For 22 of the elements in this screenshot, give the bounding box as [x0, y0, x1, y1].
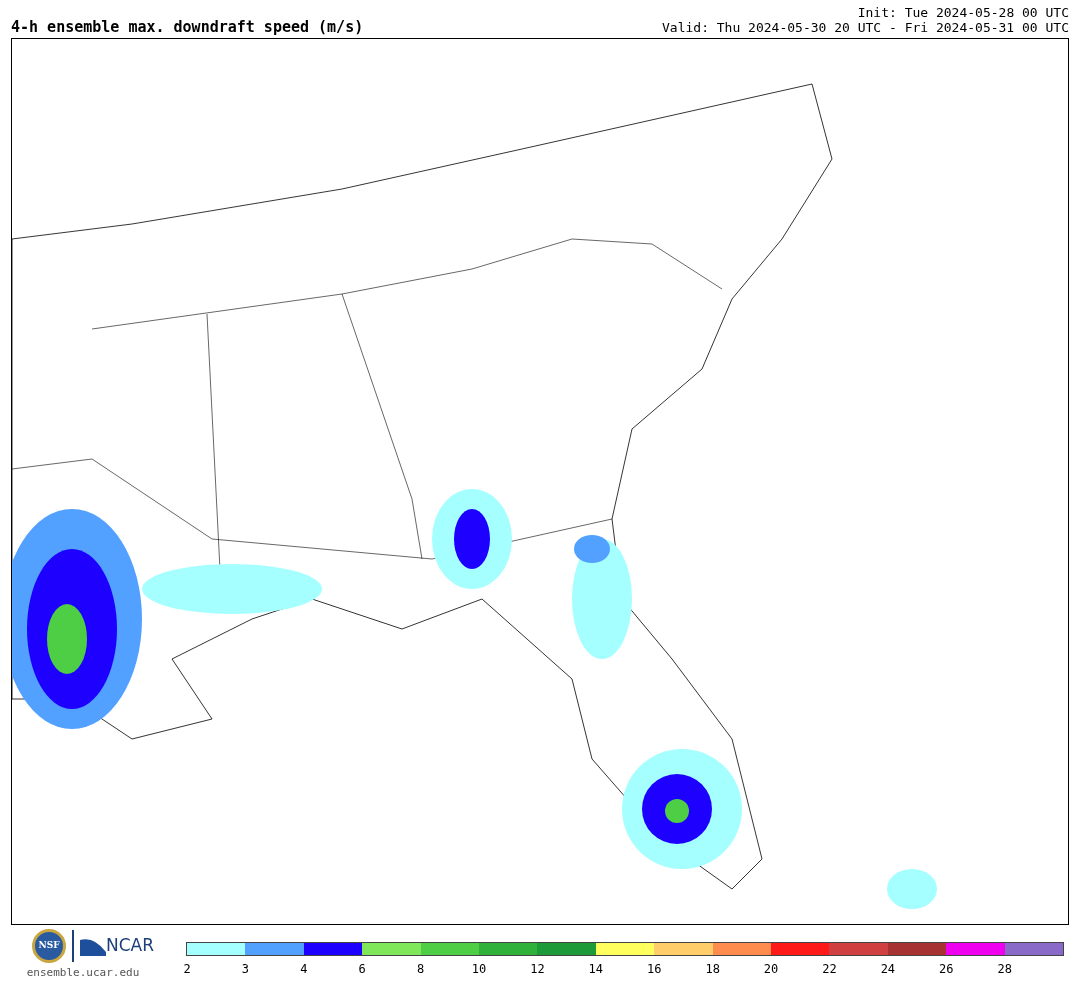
valid-time: Valid: Thu 2024-05-30 20 UTC - Fri 2024-05-31 00 UTC: [662, 20, 1069, 35]
tick-label: 10: [471, 963, 487, 975]
tick-label: 3: [241, 963, 249, 975]
wave-logo-icon: [80, 936, 106, 956]
tick-label: 26: [939, 963, 954, 975]
nsf-logo: NSF: [32, 929, 66, 963]
tick-label: 18: [705, 963, 720, 975]
tick-label: 28: [997, 963, 1012, 975]
site-url: ensemble.ucar.edu: [26, 965, 140, 981]
tick-label: 20: [763, 963, 779, 975]
tick-label: 6: [358, 963, 366, 975]
chart-title: 4-h ensemble max. downdraft speed (m/s): [11, 20, 364, 35]
tick-label: 2: [183, 963, 191, 975]
tick-label: 12: [530, 963, 545, 975]
ncar-logo: NCAR: [106, 934, 154, 958]
tick-label: 16: [647, 963, 662, 975]
tick-label: 24: [880, 963, 896, 975]
tick-label: 4: [300, 963, 308, 975]
tick-label: 14: [588, 963, 604, 975]
init-time: Init: Tue 2024-05-28 00 UTC: [857, 5, 1069, 20]
tick-label: 22: [822, 963, 837, 975]
tick-label: 8: [417, 963, 425, 975]
